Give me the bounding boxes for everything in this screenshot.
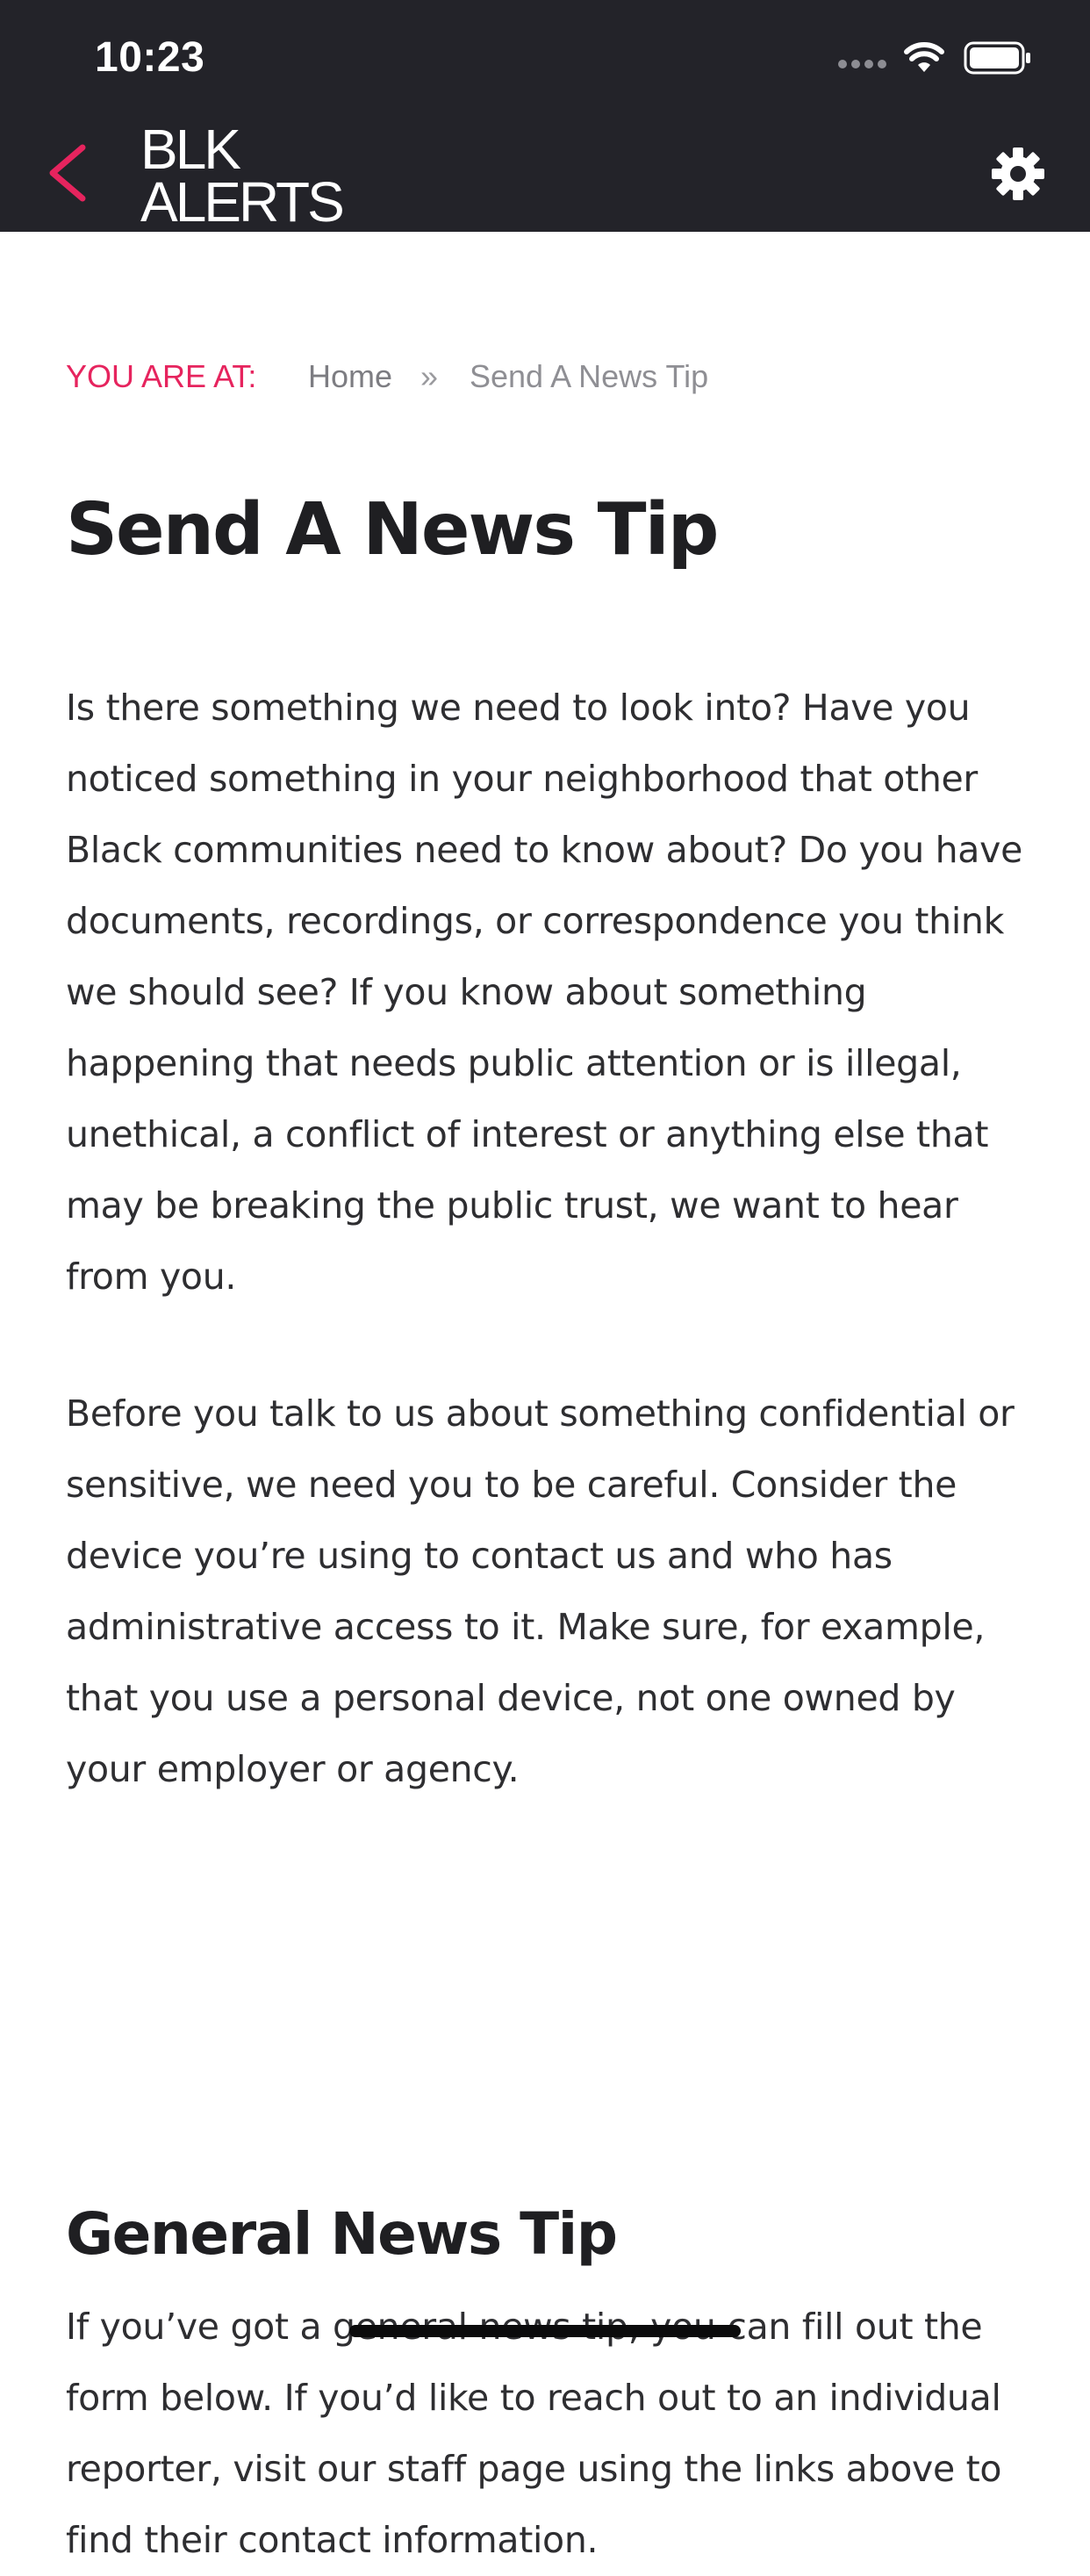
logo-line1: BLK [140,118,241,181]
gear-icon [992,148,1044,200]
intro-paragraph: Is there something we need to look into?… [66,687,1023,1298]
status-bar: 10:23 [0,0,1090,119]
signal-icon [838,60,886,68]
home-indicator[interactable] [349,2325,741,2337]
caution-paragraph: Before you talk to us about something co… [66,1392,1015,1790]
breadcrumb-current: Send A News Tip [470,358,709,394]
breadcrumb: YOU ARE AT: Home » Send A News Tip [66,355,1024,399]
nav-bar: BLK ALERTS [0,119,1090,232]
logo-line2: ALERTS [140,170,345,234]
status-time: 10:23 [95,34,205,81]
app-header: 10:23 BLK ALERTS [0,0,1090,232]
back-button[interactable] [44,142,97,204]
breadcrumb-label: YOU ARE AT: [66,358,257,394]
status-icons [838,40,1032,76]
wifi-icon [904,42,944,72]
section-heading-general-tip: General News Tip [66,2200,618,2268]
chevron-left-icon [49,144,86,202]
page-title: Send A News Tip [66,488,719,572]
battery-icon [964,41,1030,75]
settings-button[interactable] [990,146,1046,202]
app-logo: BLK ALERTS [140,118,351,234]
breadcrumb-separator: » [420,358,439,394]
breadcrumb-home-link[interactable]: Home [308,355,392,399]
